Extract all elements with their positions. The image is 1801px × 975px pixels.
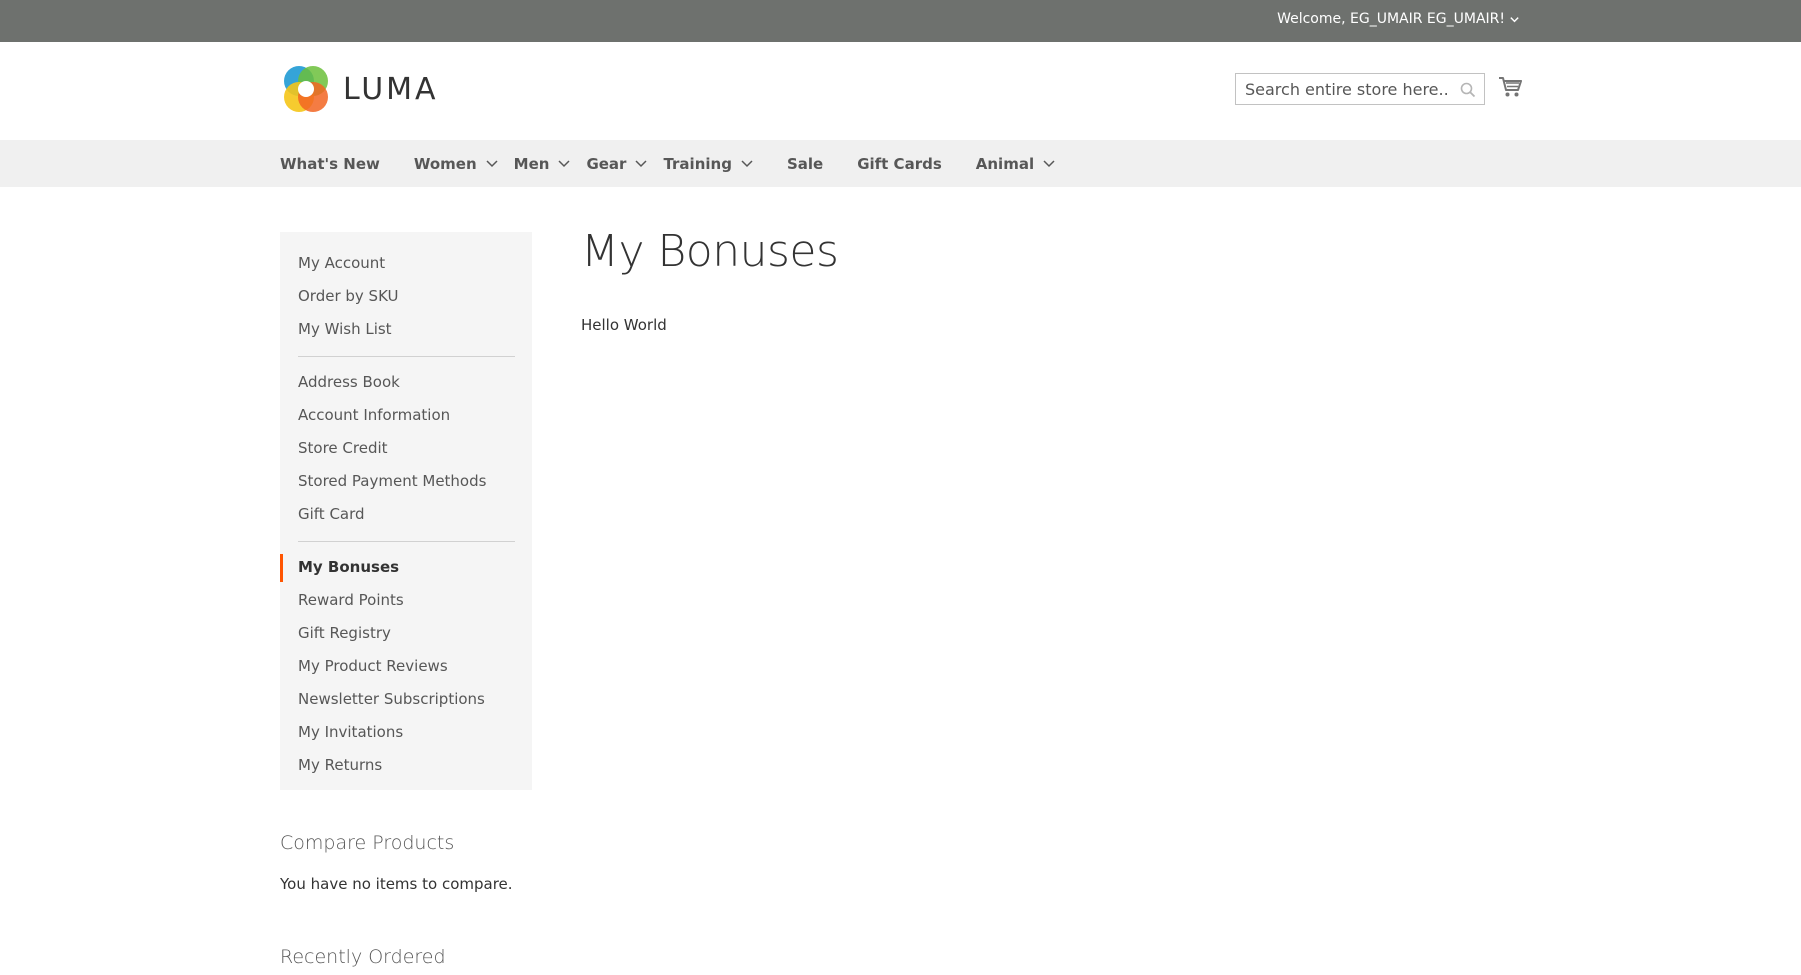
sidebar-item-gift-card[interactable]: Gift Card — [280, 498, 532, 531]
nav-item-men[interactable]: Men — [514, 155, 571, 173]
chevron-down-icon — [558, 159, 570, 167]
nav-item-sale[interactable]: Sale — [787, 155, 823, 173]
chevron-down-icon — [741, 159, 753, 167]
sidebar-item-my-returns[interactable]: My Returns — [280, 749, 532, 782]
welcome-text: Welcome, EG_UMAIR EG_UMAIR! — [1277, 11, 1505, 27]
account-nav-group: Address Book Account Information Store C… — [280, 366, 532, 531]
recently-ordered-title: Recently Ordered — [280, 946, 446, 968]
search-input[interactable] — [1236, 74, 1484, 104]
sidebar-item-store-credit[interactable]: Store Credit — [280, 432, 532, 465]
nav-item-women[interactable]: Women — [414, 155, 498, 173]
page-content-text: Hello World — [581, 316, 667, 334]
sidebar-item-stored-payment-methods[interactable]: Stored Payment Methods — [280, 465, 532, 498]
sidebar-divider — [298, 356, 515, 357]
sidebar-item-my-wish-list[interactable]: My Wish List — [280, 313, 532, 346]
sidebar-item-order-by-sku[interactable]: Order by SKU — [280, 280, 532, 313]
chevron-down-icon — [635, 159, 647, 167]
compare-empty-text: You have no items to compare. — [280, 875, 513, 893]
sidebar-item-reward-points[interactable]: Reward Points — [280, 584, 532, 617]
account-sidebar: My Account Order by SKU My Wish List Add… — [280, 232, 532, 790]
nav-item-training[interactable]: Training — [663, 155, 753, 173]
sidebar-item-my-bonuses[interactable]: My Bonuses — [280, 551, 532, 584]
sidebar-item-my-invitations[interactable]: My Invitations — [280, 716, 532, 749]
top-bar: Welcome, EG_UMAIR EG_UMAIR! — [0, 0, 1801, 42]
sidebar-item-account-information[interactable]: Account Information — [280, 399, 532, 432]
sidebar-item-newsletter-subscriptions[interactable]: Newsletter Subscriptions — [280, 683, 532, 716]
account-nav-group: My Bonuses Reward Points Gift Registry M… — [280, 551, 532, 782]
nav-item-animal[interactable]: Animal — [976, 155, 1055, 173]
cart-icon[interactable] — [1498, 76, 1522, 98]
chevron-down-icon — [1043, 159, 1055, 167]
logo-text: LUMA — [343, 71, 439, 107]
nav-item-whats-new[interactable]: What's New — [280, 155, 380, 173]
nav-item-gear[interactable]: Gear — [586, 155, 647, 173]
sidebar-divider — [298, 541, 515, 542]
chevron-down-icon — [1510, 16, 1519, 22]
sidebar-item-my-product-reviews[interactable]: My Product Reviews — [280, 650, 532, 683]
sidebar-item-gift-registry[interactable]: Gift Registry — [280, 617, 532, 650]
page-title: My Bonuses — [581, 226, 839, 277]
sidebar-item-my-account[interactable]: My Account — [280, 247, 532, 280]
chevron-down-icon — [486, 159, 498, 167]
compare-products-title: Compare Products — [280, 832, 455, 854]
nav-item-gift-cards[interactable]: Gift Cards — [857, 155, 942, 173]
customer-welcome-menu[interactable]: Welcome, EG_UMAIR EG_UMAIR! — [1277, 11, 1520, 27]
account-nav-group: My Account Order by SKU My Wish List — [280, 247, 532, 346]
sidebar-item-address-book[interactable]: Address Book — [280, 366, 532, 399]
main-navigation: What's New Women Men Gear Training Sale … — [0, 140, 1801, 187]
search-box — [1235, 73, 1485, 105]
logo[interactable]: LUMA — [280, 63, 439, 115]
search-icon[interactable] — [1460, 82, 1476, 98]
luma-logo-icon — [284, 66, 328, 112]
